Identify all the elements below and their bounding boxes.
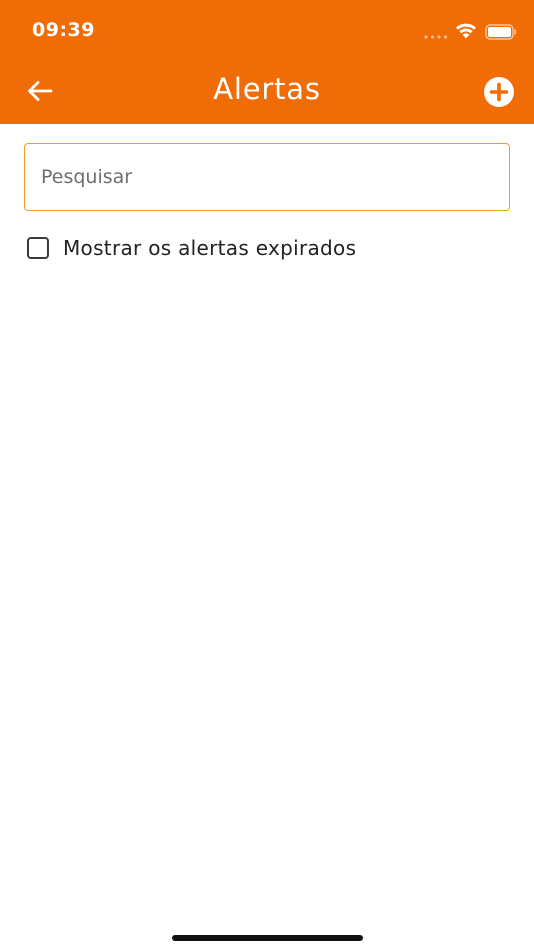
status-time: 09:39 bbox=[32, 19, 95, 41]
show-expired-toggle[interactable]: Mostrar os alertas expirados bbox=[27, 235, 356, 261]
search-field[interactable] bbox=[24, 143, 510, 211]
search-input[interactable] bbox=[41, 144, 491, 210]
cellular-signal-icon bbox=[424, 35, 448, 39]
add-alert-button[interactable] bbox=[481, 75, 517, 111]
app-header: 09:39 Alertas bbox=[0, 0, 534, 124]
plus-circle-icon bbox=[484, 77, 514, 107]
page-title: Alertas bbox=[213, 72, 321, 106]
home-indicator[interactable] bbox=[172, 935, 363, 941]
show-expired-checkbox[interactable] bbox=[27, 237, 49, 259]
battery-icon bbox=[485, 24, 517, 40]
show-expired-label: Mostrar os alertas expirados bbox=[63, 236, 357, 260]
wifi-icon bbox=[456, 23, 476, 39]
